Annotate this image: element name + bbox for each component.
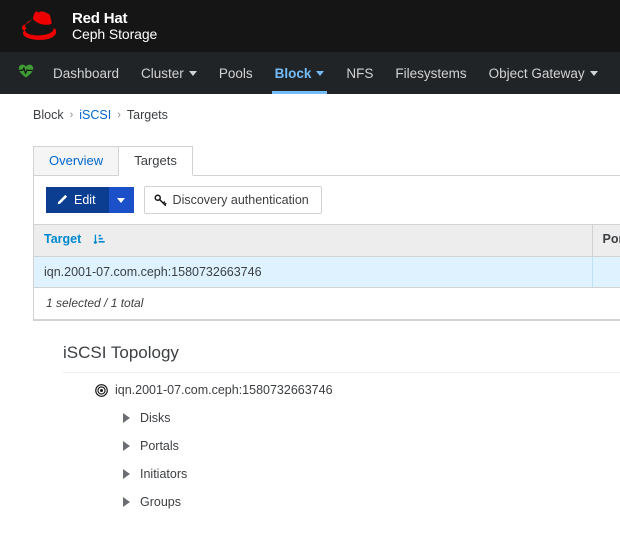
nav-label: Block: [274, 65, 312, 81]
caret-right-icon: [123, 469, 130, 479]
edit-button-label: Edit: [74, 193, 96, 207]
brand-subtitle: Ceph Storage: [72, 25, 158, 42]
key-icon: [154, 193, 167, 207]
breadcrumb-item-targets: Targets: [126, 108, 168, 122]
nav-label: NFS: [346, 65, 374, 81]
topology-title: iSCSI Topology: [63, 343, 179, 362]
nav-item-nfs[interactable]: NFS: [335, 52, 384, 94]
table-toolbar: Edit Discovery authentication: [34, 176, 620, 224]
column-header-label: Target: [44, 232, 82, 246]
cluster-health-indicator[interactable]: [18, 52, 42, 94]
cell-target: iqn.2001-07.com.ceph:1580732663746: [34, 256, 593, 288]
nav-label: Cluster: [141, 65, 184, 81]
nav-item-cluster[interactable]: Cluster: [130, 52, 208, 94]
topology-root-label: iqn.2001-07.com.ceph:1580732663746: [115, 383, 333, 397]
topology-node-label: Portals: [140, 439, 179, 453]
topology-root-node[interactable]: iqn.2001-07.com.ceph:1580732663746: [63, 383, 620, 397]
nav-item-object-gateway[interactable]: Object Gateway: [478, 52, 609, 94]
table-row[interactable]: iqn.2001-07.com.ceph:1580732663746: [34, 256, 620, 288]
column-header-portals[interactable]: Portals: [592, 224, 620, 257]
pencil-icon: [56, 194, 68, 206]
chevron-down-icon: [117, 197, 126, 203]
table-head: Target Portals: [34, 224, 620, 257]
edit-button[interactable]: Edit: [46, 187, 109, 213]
page-root: Red Hat Ceph Storage Dashboard Cluster P…: [0, 0, 620, 553]
discovery-authentication-label: Discovery authentication: [172, 193, 309, 207]
topology-node-groups[interactable]: Groups: [63, 495, 620, 509]
nav-item-block[interactable]: Block: [264, 52, 336, 94]
column-header-target[interactable]: Target: [34, 224, 593, 257]
brand-logo-link[interactable]: Red Hat Ceph Storage: [22, 11, 157, 41]
table-body: iqn.2001-07.com.ceph:1580732663746: [34, 256, 620, 288]
tab-label: Targets: [134, 153, 177, 168]
nav-label: Pools: [218, 65, 253, 81]
topology-node-label: Groups: [140, 495, 181, 509]
brand-title: Red Hat: [72, 9, 128, 27]
red-hat-fedora-logo-icon: [22, 11, 64, 41]
breadcrumb-item-block: Block: [33, 108, 64, 122]
edit-dropdown-toggle[interactable]: [108, 187, 134, 213]
topology-node-label: Disks: [140, 411, 171, 425]
chevron-down-icon: [589, 70, 598, 76]
targets-panel: Edit Discovery authentication Target Po …: [33, 176, 620, 321]
breadcrumb-separator: ›: [117, 109, 121, 121]
topology-node-initiators[interactable]: Initiators: [63, 467, 620, 481]
nav-label: Dashboard: [53, 65, 120, 81]
caret-right-icon: [123, 497, 130, 507]
breadcrumb-item-iscsi[interactable]: iSCSI: [79, 108, 111, 122]
nav-item-filesystems[interactable]: Filesystems: [384, 52, 477, 94]
table-footer-status: 1 selected / 1 total: [34, 288, 620, 320]
topology-node-label: Initiators: [140, 467, 188, 481]
table-header-row: Target Portals: [34, 224, 620, 257]
topology-node-disks[interactable]: Disks: [63, 411, 620, 425]
nav-item-dashboard[interactable]: Dashboard: [42, 52, 130, 94]
breadcrumb-separator: ›: [69, 109, 74, 121]
edit-button-group: Edit: [46, 187, 134, 213]
bullseye-icon: [95, 383, 108, 397]
topology-node-portals[interactable]: Portals: [63, 439, 620, 453]
column-header-label: Portals: [602, 232, 620, 246]
nav-label: Filesystems: [395, 65, 467, 81]
primary-navigation: Dashboard Cluster Pools Block NFS Filesy…: [0, 52, 620, 94]
iscsi-topology-section: iSCSI Topology iqn.2001-07.com.ceph:1580…: [33, 343, 620, 509]
tab-label: Overview: [49, 153, 104, 168]
heartbeat-icon: [18, 63, 34, 84]
tab-overview[interactable]: Overview: [33, 146, 120, 176]
nav-item-pools[interactable]: Pools: [208, 52, 264, 94]
chevron-down-icon: [316, 70, 325, 76]
masthead: Red Hat Ceph Storage: [0, 0, 620, 52]
tab-targets[interactable]: Targets: [118, 146, 193, 176]
caret-right-icon: [123, 413, 130, 423]
nav-label: Object Gateway: [488, 65, 585, 81]
sort-amount-down-icon: [93, 233, 106, 249]
tab-bar: Overview Targets: [33, 144, 620, 176]
discovery-authentication-button[interactable]: Discovery authentication: [143, 186, 322, 214]
breadcrumb: Block › iSCSI › Targets: [0, 94, 620, 122]
topology-divider: [63, 372, 620, 373]
caret-right-icon: [123, 441, 130, 451]
targets-table: Target Portals: [34, 224, 620, 288]
chevron-down-icon: [188, 70, 197, 76]
cell-portals: [592, 256, 620, 288]
